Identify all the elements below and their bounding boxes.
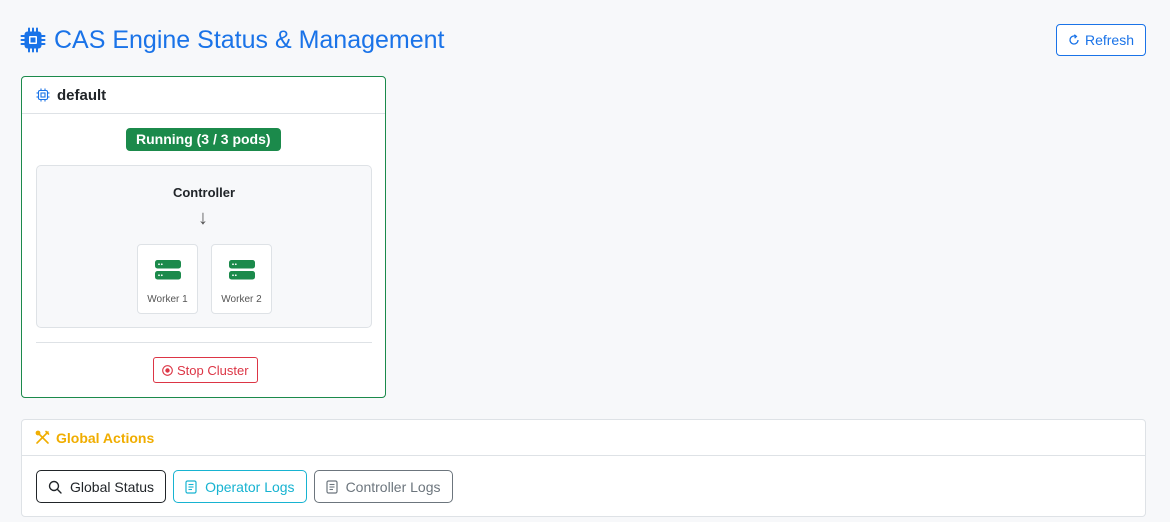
- arrow-down-icon: ↓: [198, 207, 208, 229]
- cluster-card-header: default: [22, 77, 385, 114]
- worker-label: Worker 1: [147, 294, 188, 305]
- refresh-icon: [1069, 34, 1079, 45]
- tools-icon: [35, 430, 50, 444]
- page-title: CAS Engine Status & Management: [20, 26, 445, 55]
- stop-cluster-label: Stop Cluster: [177, 362, 249, 378]
- stop-cluster-button[interactable]: Stop Cluster: [153, 357, 258, 383]
- page-title-text: CAS Engine Status & Management: [54, 25, 445, 54]
- controller-label: Controller: [172, 185, 236, 200]
- global-actions-header: Global Actions: [22, 420, 1145, 456]
- controller-logs-button[interactable]: Controller Logs: [313, 470, 453, 503]
- global-actions-title: Global Actions: [56, 429, 155, 446]
- server-icon: [228, 260, 255, 280]
- cluster-card: default Running (3 / 3 pods) Controller …: [21, 76, 386, 398]
- server-icon: [154, 260, 181, 280]
- controller-logs-label: Controller Logs: [345, 478, 441, 495]
- status-badge: Running (3 / 3 pods): [126, 128, 281, 151]
- operator-logs-button[interactable]: Operator Logs: [173, 470, 307, 503]
- global-status-label: Global Status: [70, 478, 155, 495]
- worker-node: Worker 1: [137, 244, 198, 314]
- refresh-button-label: Refresh: [1084, 32, 1134, 48]
- card-divider: [36, 342, 372, 343]
- global-actions-card: Global Actions Global Status Operator Lo…: [21, 419, 1146, 517]
- global-status-button[interactable]: Global Status: [36, 470, 167, 503]
- cluster-topology: Controller ↓ Worker 1 Worker 2: [36, 165, 372, 328]
- cpu-icon: [20, 27, 46, 53]
- cluster-name: default: [57, 86, 107, 104]
- cpu-icon: [36, 88, 50, 102]
- operator-logs-label: Operator Logs: [205, 478, 295, 495]
- search-icon: [48, 480, 62, 494]
- document-icon: [185, 479, 197, 494]
- page-header: CAS Engine Status & Management Refresh: [20, 22, 1146, 58]
- refresh-button[interactable]: Refresh: [1055, 24, 1146, 56]
- stop-circle-icon: [162, 364, 173, 376]
- document-icon: [325, 479, 338, 494]
- global-actions-row: Global Status Operator Logs Controller L…: [36, 470, 453, 503]
- worker-node: Worker 2: [211, 244, 272, 314]
- worker-label: Worker 2: [221, 294, 262, 305]
